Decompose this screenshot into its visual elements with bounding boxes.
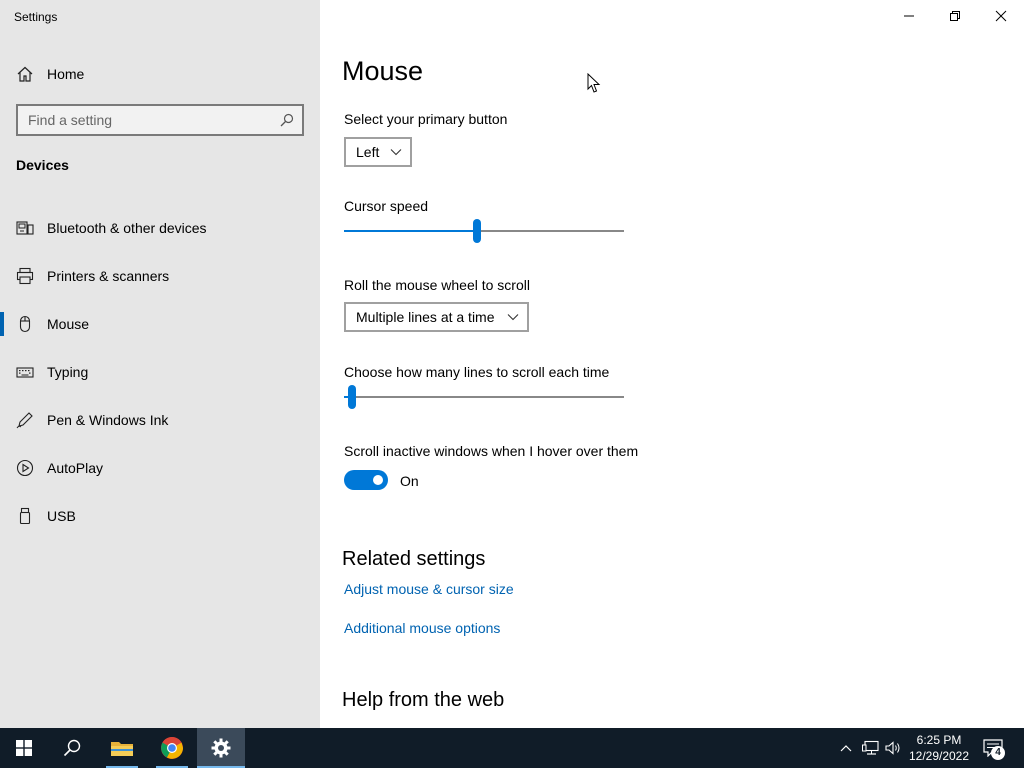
mouse-icon bbox=[16, 315, 34, 333]
sidebar-item-typing[interactable]: Typing bbox=[0, 348, 320, 396]
lines-to-scroll-slider[interactable] bbox=[344, 385, 624, 409]
sidebar-item-label: Pen & Windows Ink bbox=[47, 412, 169, 428]
primary-button-label: Select your primary button bbox=[344, 111, 508, 127]
slider-fill bbox=[344, 230, 477, 232]
sidebar-item-usb[interactable]: USB bbox=[0, 492, 320, 540]
help-heading: Help from the web bbox=[342, 689, 505, 711]
sidebar-item-printers[interactable]: Printers & scanners bbox=[0, 252, 320, 300]
home-label: Home bbox=[47, 66, 85, 82]
inactive-scroll-label: Scroll inactive windows when I hover ove… bbox=[344, 443, 639, 459]
inactive-scroll-toggle[interactable] bbox=[344, 470, 388, 490]
bluetooth-devices-icon bbox=[16, 219, 34, 237]
wheel-scroll-dropdown[interactable]: Multiple lines at a time bbox=[344, 302, 529, 332]
clock-date: 12/29/2022 bbox=[908, 749, 970, 763]
sidebar-item-autoplay[interactable]: AutoPlay bbox=[0, 444, 320, 492]
close-button[interactable] bbox=[978, 0, 1024, 32]
chevron-down-icon bbox=[390, 149, 402, 156]
additional-mouse-options-link[interactable]: Additional mouse options bbox=[344, 620, 500, 636]
wheel-scroll-label: Roll the mouse wheel to scroll bbox=[344, 277, 530, 293]
sidebar-item-label: Typing bbox=[47, 364, 89, 380]
sidebar-home[interactable]: Home bbox=[16, 64, 84, 84]
slider-thumb[interactable] bbox=[473, 219, 481, 243]
file-explorer-icon bbox=[111, 742, 133, 756]
lines-to-scroll-label: Choose how many lines to scroll each tim… bbox=[344, 364, 610, 380]
sidebar-item-label: Printers & scanners bbox=[47, 268, 170, 284]
page-title: Mouse bbox=[342, 56, 424, 86]
chevron-up-icon bbox=[840, 745, 852, 752]
search-input[interactable] bbox=[28, 112, 268, 128]
slider-track bbox=[344, 396, 624, 398]
search-icon bbox=[63, 739, 81, 757]
printer-icon bbox=[16, 267, 34, 285]
sidebar-item-mouse[interactable]: Mouse bbox=[0, 300, 320, 348]
sidebar-item-label: USB bbox=[47, 508, 76, 524]
show-hidden-icons-button[interactable] bbox=[836, 728, 856, 768]
taskbar-search-button[interactable] bbox=[48, 728, 96, 768]
network-button[interactable] bbox=[860, 728, 882, 768]
sidebar-item-label: AutoPlay bbox=[47, 460, 104, 476]
toggle-state-text: On bbox=[400, 473, 419, 489]
clock-time: 6:25 PM bbox=[916, 733, 962, 747]
sidebar: Settings Home Devices Bluetooth & other … bbox=[0, 0, 320, 728]
window-controls bbox=[886, 0, 1024, 32]
chrome-button[interactable] bbox=[148, 728, 196, 768]
sidebar-nav: Bluetooth & other devices Printers & sca… bbox=[0, 204, 320, 540]
network-icon bbox=[862, 740, 879, 755]
sidebar-item-bluetooth[interactable]: Bluetooth & other devices bbox=[0, 204, 320, 252]
usb-icon bbox=[16, 507, 34, 525]
main-content: Mouse Select your primary button Left Cu… bbox=[320, 0, 1024, 728]
gear-icon bbox=[211, 738, 231, 758]
search-icon[interactable] bbox=[280, 113, 294, 127]
settings-taskbar-button[interactable] bbox=[197, 728, 245, 768]
sidebar-item-label: Mouse bbox=[47, 316, 90, 332]
chevron-down-icon bbox=[507, 314, 519, 321]
taskbar-clock[interactable]: 6:25 PM 12/29/2022 bbox=[900, 732, 978, 764]
taskbar: 6:25 PM 12/29/2022 bbox=[0, 728, 1024, 768]
wheel-scroll-value: Multiple lines at a time bbox=[356, 309, 495, 325]
adjust-cursor-size-link[interactable]: Adjust mouse & cursor size bbox=[344, 581, 514, 597]
cursor-speed-label: Cursor speed bbox=[344, 198, 429, 214]
toggle-knob bbox=[373, 475, 383, 485]
windows-logo-icon bbox=[16, 740, 32, 756]
section-title: Devices bbox=[16, 157, 69, 173]
autoplay-icon bbox=[16, 459, 34, 477]
chrome-icon bbox=[161, 737, 183, 759]
home-icon bbox=[17, 66, 33, 82]
cursor-speed-slider[interactable] bbox=[344, 219, 624, 243]
start-button[interactable] bbox=[0, 728, 48, 768]
sidebar-item-label: Bluetooth & other devices bbox=[47, 220, 207, 236]
file-explorer-button[interactable] bbox=[98, 728, 146, 768]
mouse-pointer-icon bbox=[587, 73, 601, 93]
close-icon bbox=[995, 10, 1007, 22]
slider-thumb[interactable] bbox=[348, 385, 356, 409]
minimize-button[interactable] bbox=[886, 0, 932, 32]
pen-icon bbox=[16, 411, 34, 429]
primary-button-dropdown[interactable]: Left bbox=[344, 137, 412, 167]
keyboard-icon bbox=[16, 363, 34, 381]
notification-badge: 4 bbox=[991, 746, 1005, 760]
restore-button[interactable] bbox=[932, 0, 978, 32]
sidebar-item-pen[interactable]: Pen & Windows Ink bbox=[0, 396, 320, 444]
minimize-icon bbox=[904, 15, 914, 17]
restore-icon bbox=[950, 11, 960, 21]
search-box[interactable] bbox=[16, 104, 304, 136]
related-settings-heading: Related settings bbox=[342, 548, 486, 570]
primary-button-value: Left bbox=[356, 144, 380, 160]
app-title: Settings bbox=[14, 10, 58, 24]
